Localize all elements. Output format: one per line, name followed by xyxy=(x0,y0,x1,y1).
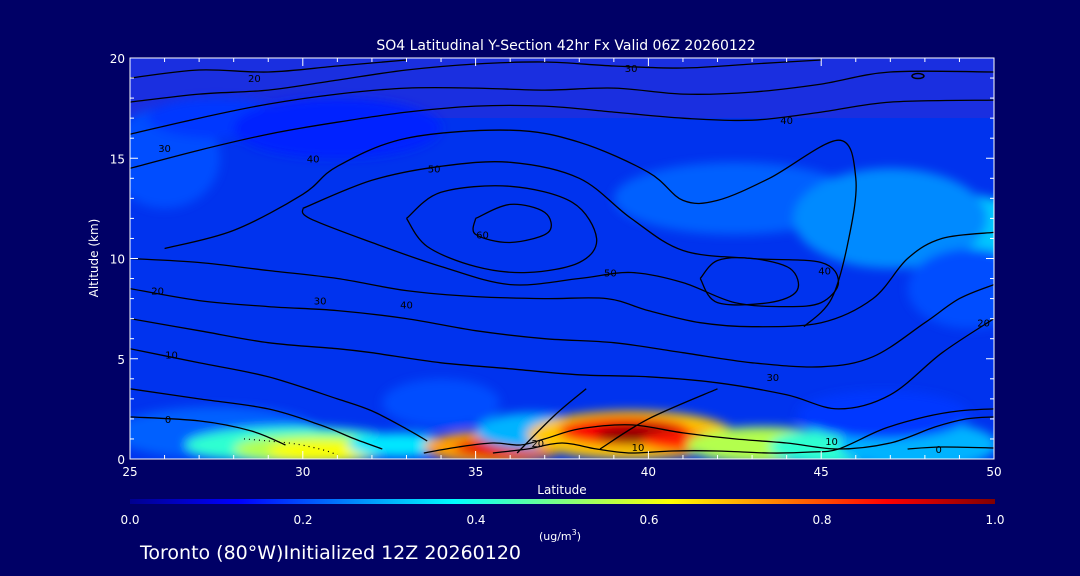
colorbar-strip xyxy=(130,499,995,504)
contour-label: 40 xyxy=(818,267,831,278)
chart-figure: SO4 Latitudinal Y-Section 42hr Fx Valid … xyxy=(87,38,1005,543)
y-tick-label: 5 xyxy=(117,353,125,367)
x-tick-label: 35 xyxy=(468,465,483,479)
y-tick-label: 0 xyxy=(117,453,125,467)
contour-label: 20 xyxy=(977,319,990,330)
concentration-blob xyxy=(907,248,994,329)
contour-label: 30 xyxy=(766,373,779,384)
contour-label: 40 xyxy=(307,154,320,165)
contour-label: 0 xyxy=(165,415,171,426)
x-tick-label: 50 xyxy=(986,465,1001,479)
colorbar-unit-main: (ug/m xyxy=(539,530,572,543)
colorbar-tick-label: 0.0 xyxy=(120,513,139,527)
y-axis-label: Altitude (km) xyxy=(87,219,101,298)
colorbar-tick-label: 1.0 xyxy=(985,513,1004,527)
chart-title: SO4 Latitudinal Y-Section 42hr Fx Valid … xyxy=(376,38,755,54)
contour-label: 20 xyxy=(248,74,261,85)
colorbar-tick-label: 0.6 xyxy=(639,513,658,527)
contour-label: 10 xyxy=(632,443,645,454)
concentration-blob xyxy=(382,378,500,427)
contour-label: 50 xyxy=(428,164,441,175)
y-tick-label: 10 xyxy=(110,253,125,267)
x-tick-label: 40 xyxy=(641,465,656,479)
contour-label: 30 xyxy=(158,144,171,155)
contour-label: 10 xyxy=(165,351,178,362)
contour-label: 40 xyxy=(400,301,413,312)
contour-label: 50 xyxy=(604,269,617,280)
contour-label: 20 xyxy=(531,439,544,450)
contour-label: 20 xyxy=(151,287,164,298)
plot-area: 20 30 30 40 50 60 50 40 40 20 30 40 10 30 20 0 20 10 10 0 xyxy=(130,58,994,459)
contour-label: 0 xyxy=(936,445,942,456)
contour-label: 60 xyxy=(476,230,489,241)
colorbar-tick-label: 0.8 xyxy=(812,513,831,527)
contour-label: 40 xyxy=(780,116,793,127)
footer-caption: Toronto (80°W)Initialized 12Z 20260120 xyxy=(140,542,522,564)
colorbar-tick-label: 0.2 xyxy=(293,513,312,527)
concentration-blob xyxy=(233,98,442,159)
x-tick-label: 45 xyxy=(814,465,829,479)
contour-label: 10 xyxy=(825,437,838,448)
x-tick-label: 30 xyxy=(295,465,310,479)
colorbar-unit-close: ) xyxy=(577,530,581,543)
y-tick-label: 15 xyxy=(110,152,125,166)
y-tick-label: 20 xyxy=(110,52,125,66)
colorbar-unit: (ug/m3) xyxy=(539,528,581,543)
colorbar-tick-label: 0.4 xyxy=(466,513,485,527)
contour-label: 30 xyxy=(314,297,327,308)
contour-label: 30 xyxy=(625,64,638,75)
x-axis-label: Latitude xyxy=(537,483,586,497)
colorbar: 0.0 0.2 0.4 0.6 0.8 1.0 xyxy=(120,499,1005,527)
x-tick-label: 25 xyxy=(122,465,137,479)
